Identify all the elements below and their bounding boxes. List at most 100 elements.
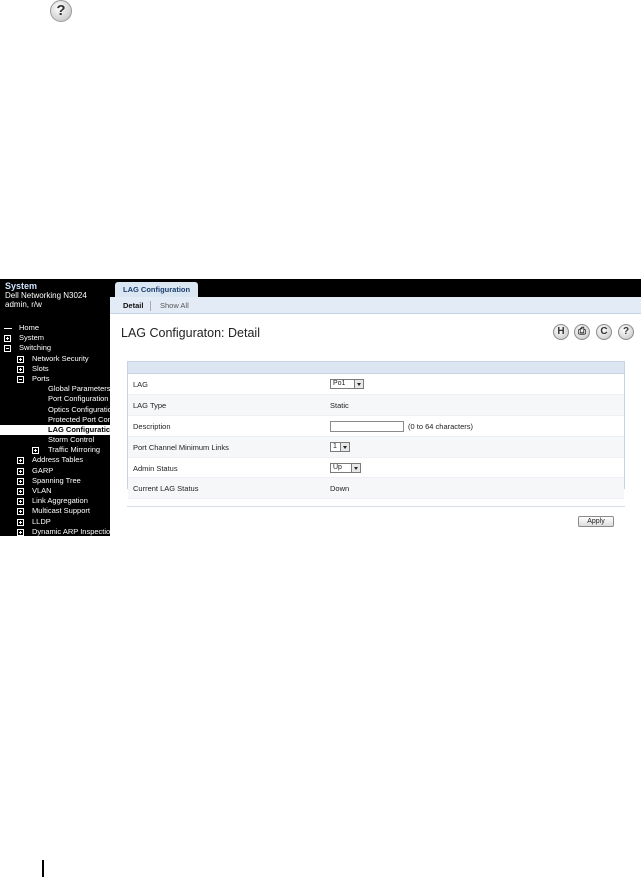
sidebar-item[interactable]: Dynamic ARP Inspection [0,527,110,536]
expand-icon[interactable] [17,355,24,363]
help-icon-page[interactable]: ? [618,324,634,340]
lag-detail-form: LAG Po1 LAG Type Static Description (0 t… [127,361,625,500]
sidebar-item[interactable]: Home [0,323,110,333]
sidebar-item-label: Address Tables [32,455,84,465]
chevron-down-icon [340,442,349,451]
sidebar-item-label: Optics Configuration [48,404,110,414]
sidebar-item-label: Port Configuration [48,394,109,404]
sidebar-item[interactable]: GARP [0,466,110,476]
form-header [128,362,624,374]
lag-select-value: Po1 [333,380,346,387]
sidebar-item[interactable]: Global Parameters [0,384,110,394]
expand-icon[interactable] [17,365,24,373]
sidebar-item[interactable]: Network Security [0,354,110,364]
device-name: Dell Networking N3024 [5,291,87,300]
sidebar-item-label: Spanning Tree [32,475,81,485]
row-lag-type: LAG Type Static [128,394,624,416]
lag-label: LAG [133,380,149,389]
expand-icon[interactable] [32,447,39,455]
lag-select[interactable]: Po1 [330,379,364,389]
expand-icon[interactable] [17,477,24,485]
min-links-value: 1 [333,442,337,450]
sidebar-item[interactable]: Storm Control [0,435,110,445]
apply-button[interactable]: Apply [578,516,614,527]
chevron-down-icon [354,380,363,388]
sidebar-item-label: Link Aggregation [32,496,88,506]
sidebar-item-label: LLDP [32,516,51,526]
subtab-show-all[interactable]: Show All [160,300,189,311]
sidebar-item[interactable]: Link Aggregation [0,496,110,506]
tab-bar: LAG Configuration [110,279,641,297]
sidebar-item[interactable]: Protected Port Conf [0,415,110,425]
sidebar-item[interactable]: Multicast Support [0,506,110,516]
sidebar-item-label: Network Security [32,353,89,363]
row-admin-status: Admin Status Up [128,458,624,479]
print-icon[interactable]: ⎙ [574,324,590,340]
subtab-bar: Detail Show All [110,297,641,314]
save-icon[interactable]: H [553,324,569,340]
help-icon[interactable]: ? [50,0,72,22]
sidebar-item[interactable]: Optics Configuration [0,405,110,415]
refresh-icon[interactable]: C [596,324,612,340]
current-status-value: Down [330,484,350,494]
row-description: Description (0 to 64 characters) [128,416,624,437]
expand-icon[interactable] [17,518,24,526]
lag-type-value: Static [330,400,349,410]
chevron-down-icon [351,463,360,472]
screenshot-panel: System Dell Networking N3024 admin, r/w … [0,279,641,536]
sidebar-item[interactable]: Address Tables [0,455,110,465]
collapse-icon[interactable] [4,345,11,353]
sidebar-item[interactable]: LLDP [0,517,110,527]
sidebar-item[interactable]: Slots [0,364,110,374]
sidebar-header: System Dell Networking N3024 admin, r/w [0,279,110,315]
min-links-select[interactable]: 1 [330,441,350,452]
sidebar-item[interactable]: Spanning Tree [0,476,110,486]
sidebar-item[interactable]: Ports [0,374,110,384]
description-label: Description [133,421,171,431]
divider [127,506,625,507]
description-hint: (0 to 64 characters) [408,421,474,431]
tree-dash [4,328,12,329]
sidebar-item[interactable]: VLAN [0,486,110,496]
sidebar-item-label: Dynamic ARP Inspection [32,526,110,536]
sidebar-item-label: Home [19,323,40,332]
sidebar-item[interactable]: System [0,333,110,343]
admin-status-select[interactable]: Up [330,462,361,473]
row-current-status: Current LAG Status Down [128,478,624,500]
nav-tree: Home System Switching Network Security Slots… [0,323,110,536]
sidebar-item-label: Global Parameters [48,384,110,394]
sidebar-item[interactable]: Port Configuration [0,394,110,404]
sidebar-item-label: Traffic Mirroring [48,445,101,455]
sidebar-item-label: Storm Control [48,435,95,445]
sidebar-item-label: VLAN [32,486,52,495]
min-links-label: Port Channel Minimum Links [133,442,229,452]
sidebar-item[interactable]: Switching [0,343,110,353]
collapse-icon[interactable] [17,375,24,383]
main-panel: LAG Configuration Detail Show All LAG Co… [110,279,641,536]
subtab-detail[interactable]: Detail [123,300,143,311]
sidebar-item[interactable]: LAG Configuratic [0,424,110,436]
description-input[interactable] [330,420,404,432]
admin-status-value: Up [333,463,342,471]
expand-icon[interactable] [17,467,24,475]
current-status-label: Current LAG Status [133,484,199,494]
expand-icon[interactable] [4,335,11,343]
sidebar-item-label: LAG Configuratic [48,424,110,434]
sidebar-item-label: Protected Port Conf [48,414,110,424]
expand-icon[interactable] [17,528,24,536]
admin-status-label: Admin Status [133,463,178,473]
sidebar-item-label: Switching [19,343,52,353]
user-info: admin, r/w [5,300,42,309]
sidebar-item-label: System [19,333,45,343]
expand-icon[interactable] [17,457,24,465]
sidebar-item-label: Slots [32,363,49,373]
expand-icon[interactable] [17,508,24,516]
tab-lag-configuration[interactable]: LAG Configuration [115,282,199,297]
sidebar-title[interactable]: System [5,281,105,291]
sidebar-item[interactable]: Traffic Mirroring [0,445,110,455]
row-lag: LAG Po1 [128,374,624,395]
expand-icon[interactable] [17,498,24,506]
expand-icon[interactable] [17,488,24,495]
row-min-links: Port Channel Minimum Links 1 [128,436,624,458]
sidebar-item-label: Multicast Support [32,506,90,516]
